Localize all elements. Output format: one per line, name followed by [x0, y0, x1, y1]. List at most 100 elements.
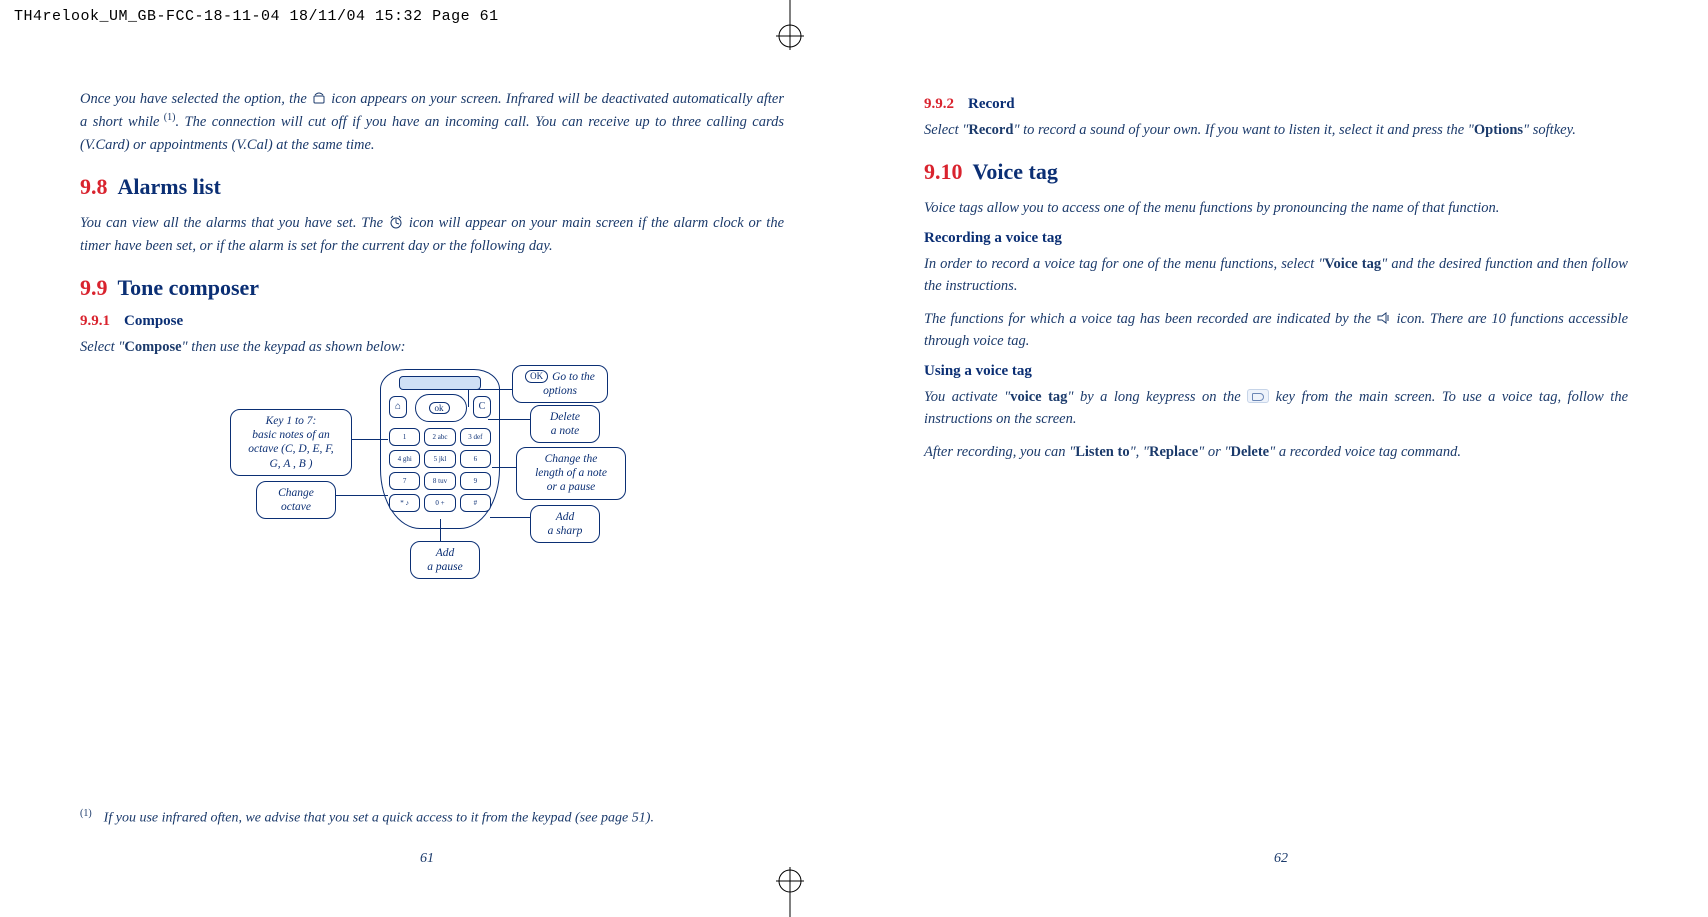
- lead-k17: [352, 439, 388, 440]
- alarm-icon: [388, 215, 404, 229]
- callout-sharp-l2: a sharp: [541, 524, 589, 538]
- callout-k17-l1: Key 1 to 7:: [241, 414, 341, 428]
- phone-screen: [399, 376, 481, 390]
- callout-goto-l2: options: [523, 384, 597, 398]
- callout-del-l1: Delete: [541, 410, 589, 424]
- recording-voice-tag-heading: Recording a voice tag: [924, 230, 1628, 247]
- after-c: " a recorded voice tag command.: [1269, 444, 1461, 460]
- lead-sharp: [490, 517, 530, 518]
- intro-paragraph: Once you have selected the option, the i…: [80, 88, 784, 156]
- section-9-9-title: Tone composer: [118, 275, 260, 300]
- section-9-8-title: Alarms list: [118, 174, 221, 199]
- rec-b2: Options: [1474, 122, 1523, 138]
- keypad-row-4: * ♪0 +#: [389, 494, 491, 512]
- callout-chgoct-l1: Change: [267, 486, 325, 500]
- print-slug: TH4relook_UM_GB-FCC-18-11-04 18/11/04 15…: [14, 8, 499, 25]
- after-b2: Replace: [1149, 444, 1198, 460]
- page-number-61: 61: [0, 851, 854, 867]
- callout-len-l3: or a pause: [527, 480, 615, 494]
- after-b1: Listen to: [1075, 444, 1129, 460]
- subsection-9-9-2-title: Record: [968, 96, 1015, 112]
- section-9-9-number: 9.9: [80, 275, 108, 300]
- callout-delete-note: Delete a note: [530, 405, 600, 444]
- phone-right-softkey: C: [473, 396, 491, 418]
- after-m2: " or ": [1198, 444, 1230, 460]
- callout-len-l2: length of a note: [527, 466, 615, 480]
- leadv-goto: [468, 389, 469, 407]
- after-recording-body: After recording, you can "Listen to", "R…: [924, 441, 1628, 463]
- callout-add-sharp: Add a sharp: [530, 505, 600, 544]
- intro-text-c: . The connection will cut off if you hav…: [80, 114, 784, 152]
- recv-a: In order to record a voice tag for one o…: [924, 256, 1324, 272]
- subsection-9-9-2-heading: 9.9.2 Record: [924, 96, 1628, 113]
- compose-b: " then use the keypad as shown below:: [182, 339, 406, 355]
- compose-a: Select ": [80, 339, 124, 355]
- callout-k17-l2: basic notes of an: [241, 428, 341, 442]
- leadv-pause: [440, 519, 441, 541]
- phone-ok-key: ok: [415, 394, 467, 422]
- page-number-62: 62: [854, 851, 1708, 867]
- keypad-figure: ⌂ ok C 12 abc3 def 4 ghi5 jkl6 78 tuv9 *…: [80, 369, 784, 589]
- callout-pause-l2: a pause: [421, 560, 469, 574]
- rec-c: " softkey.: [1523, 122, 1576, 138]
- lead-chgoct: [336, 495, 388, 496]
- usev-b-a: " by a long keypress on the: [1067, 389, 1247, 405]
- section-9-9-heading: 9.9 Tone composer: [80, 275, 784, 301]
- voice-key-icon: [1247, 389, 1269, 403]
- section-9-10-title: Voice tag: [973, 159, 1058, 184]
- voice-tag-intro: Voice tags allow you to access one of th…: [924, 197, 1628, 219]
- callout-del-l2: a note: [541, 424, 589, 438]
- recv-c-a: The functions for which a voice tag has …: [924, 311, 1376, 327]
- usev-bold: voice tag: [1010, 389, 1067, 405]
- callout-add-pause: Add a pause: [410, 541, 480, 580]
- footnote: (1) If you use infrared often, we advise …: [80, 808, 784, 827]
- callout-len-l1: Change the: [527, 452, 615, 466]
- callout-goto-options: OK Go to the options: [512, 365, 608, 404]
- callout-goto-l1: Go to the: [552, 371, 595, 383]
- compose-bold: Compose: [124, 339, 181, 355]
- phone-keypad-graphic: ⌂ ok C 12 abc3 def 4 ghi5 jkl6 78 tuv9 *…: [380, 369, 500, 529]
- subsection-9-9-2-number: 9.9.2: [924, 96, 954, 112]
- after-a: After recording, you can ": [924, 444, 1075, 460]
- keypad-row-3: 78 tuv9: [389, 472, 491, 490]
- rec-b: " to record a sound of your own. If you …: [1013, 122, 1473, 138]
- after-b3: Delete: [1230, 444, 1269, 460]
- rec-b1: Record: [968, 122, 1013, 138]
- callout-pause-l1: Add: [421, 546, 469, 560]
- alarms-text-a: You can view all the alarms that you hav…: [80, 215, 388, 231]
- voice-tag-icon: [1376, 311, 1392, 325]
- keypad-row-2: 4 ghi5 jkl6: [389, 450, 491, 468]
- footnote-marker: (1): [80, 808, 92, 819]
- usev-a: You activate ": [924, 389, 1010, 405]
- lead-len: [492, 467, 516, 468]
- keypad-row-1: 12 abc3 def: [389, 428, 491, 446]
- lead-goto: [468, 389, 512, 390]
- subsection-9-9-1-title: Compose: [124, 313, 183, 329]
- record-body: Select "Record" to record a sound of you…: [924, 119, 1628, 141]
- ok-pill-icon: OK: [525, 370, 548, 383]
- after-m1: ", ": [1130, 444, 1149, 460]
- using-voice-tag-heading: Using a voice tag: [924, 363, 1628, 380]
- section-9-8-body: You can view all the alarms that you hav…: [80, 212, 784, 257]
- callout-change-octave: Change octave: [256, 481, 336, 520]
- section-9-8-number: 9.8: [80, 174, 108, 199]
- rec-a: Select ": [924, 122, 968, 138]
- recv-bold: Voice tag: [1324, 256, 1381, 272]
- callout-keys-1-7: Key 1 to 7: basic notes of an octave (C,…: [230, 409, 352, 477]
- callout-sharp-l1: Add: [541, 510, 589, 524]
- compose-body: Select "Compose" then use the keypad as …: [80, 336, 784, 358]
- section-9-10-number: 9.10: [924, 159, 963, 184]
- section-9-10-heading: 9.10 Voice tag: [924, 159, 1628, 185]
- callout-chgoct-l2: octave: [267, 500, 325, 514]
- page-spread: Once you have selected the option, the i…: [0, 60, 1708, 887]
- footnote-text: If you use infrared often, we advise tha…: [104, 811, 654, 826]
- intro-text-a: Once you have selected the option, the: [80, 91, 311, 107]
- page-62: 9.9.2Record Select "Record" to record a …: [854, 60, 1708, 887]
- subsection-9-9-1-number: 9.9.1: [80, 313, 110, 329]
- page-61: Once you have selected the option, the i…: [0, 60, 854, 887]
- section-9-8-heading: 9.8 Alarms list: [80, 174, 784, 200]
- callout-k17-l3: octave (C, D, E, F,: [241, 442, 341, 456]
- recording-voice-tag-body1: In order to record a voice tag for one o…: [924, 253, 1628, 298]
- callout-change-length: Change the length of a note or a pause: [516, 447, 626, 500]
- using-voice-tag-body: You activate "voice tag" by a long keypr…: [924, 386, 1628, 431]
